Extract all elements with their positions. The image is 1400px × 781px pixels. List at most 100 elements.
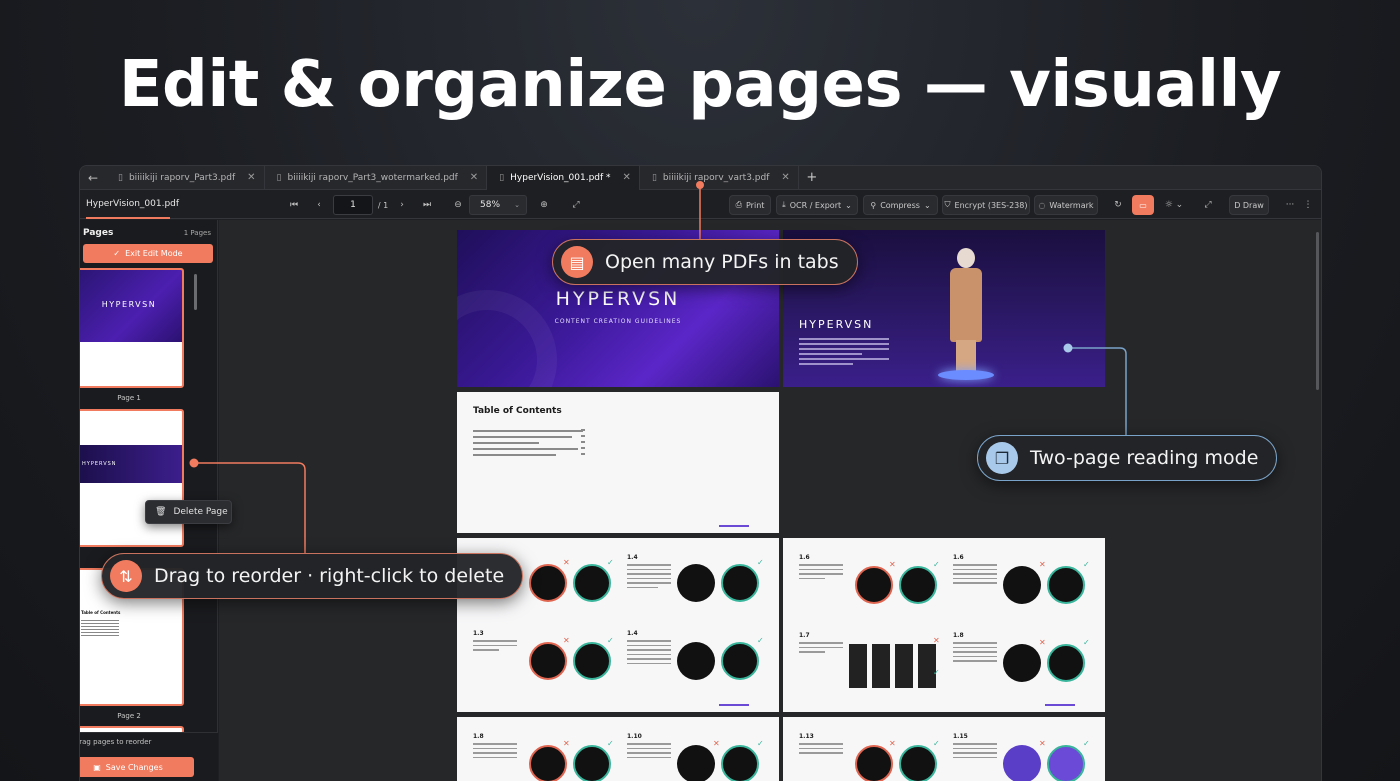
thumb-brand: HYPERVSN [82, 461, 117, 467]
watermark-button[interactable]: ◌ Watermark [1034, 195, 1098, 215]
fit-page-button[interactable]: ⤢ [566, 195, 586, 215]
page-thumbnail-1[interactable]: HYPERVSN [80, 268, 184, 388]
callout-tabs: ▤ Open many PDFs in tabs [552, 239, 858, 285]
zoom-in-icon: ⊕ [540, 200, 548, 210]
tab-3[interactable]: ▯ HyperVision_001.pdf * ✕ [487, 166, 640, 190]
chevron-down-icon: ⌄ [923, 200, 931, 210]
toolbar: HyperVision_001.pdf ⏮ ‹ 1 / 1 › ⏭ ⊖ 58% … [80, 191, 1321, 219]
first-page-button[interactable]: ⏮ [284, 195, 304, 215]
compress-button[interactable]: ⚲ Compress ⌄ [863, 195, 938, 215]
last-page-button[interactable]: ⏭ [417, 195, 437, 215]
callout-tabs-label: Open many PDFs in tabs [605, 251, 839, 273]
tab-label: biiiikiji raporv_Part3.pdf [128, 172, 236, 183]
section-number: 1.13 [799, 733, 814, 740]
section-number: 1.8 [953, 632, 964, 639]
section-number: 1.3 [473, 630, 484, 637]
page-count: 1 Pages [183, 229, 211, 237]
check-icon: ✓ [113, 249, 121, 258]
section-number: 1.6 [799, 554, 810, 561]
tab-label: biiiikiji raporv_vart3.pdf [662, 172, 770, 183]
callout-reorder-label: Drag to reorder · right-click to delete [154, 565, 505, 587]
exit-edit-mode-button[interactable]: ✓ Exit Edit Mode [83, 244, 213, 263]
fullscreen-button[interactable]: ⤢ [1198, 195, 1218, 215]
close-icon[interactable]: ✕ [781, 172, 789, 183]
document-icon: ▤ [561, 246, 593, 278]
next-page-button[interactable]: › [392, 195, 412, 215]
file-icon: ▯ [276, 172, 282, 183]
page-total: / 1 [377, 200, 389, 210]
ocr-export-button[interactable]: ⤓ OCR / Export ⌄ [776, 195, 858, 215]
chevron-down-icon: ⌄ [514, 201, 520, 209]
tab-1[interactable]: ▯ biiiikiji raporv_Part3.pdf ✕ [106, 166, 265, 190]
file-icon: ▯ [118, 172, 123, 183]
ocr-export-label: OCR / Export [789, 200, 842, 210]
pdf-page-toc: Table of Contents [457, 392, 779, 533]
document-canvas[interactable]: HYPERVSN CONTENT CREATION GUIDELINES HYP… [219, 220, 1321, 781]
brightness-button[interactable]: ☼ ⌄ [1160, 195, 1188, 215]
print-button[interactable]: ⎙ Print [729, 195, 771, 215]
tab-label: HyperVision_001.pdf * [510, 172, 611, 183]
file-icon: ▯ [499, 172, 505, 183]
zoom-out-button[interactable]: ⊖ [448, 195, 468, 215]
thumb-toc-title: Table of Contents [81, 610, 121, 615]
save-changes-button[interactable]: ▣ Save Changes [80, 757, 194, 777]
drag-hint: ✎ Drag pages to reorder [80, 738, 151, 746]
close-icon[interactable]: ✕ [247, 172, 255, 183]
prev-page-button[interactable]: ‹ [309, 195, 329, 215]
context-menu: 🗑 Delete Page [145, 500, 232, 524]
compress-icon: ⚲ [870, 200, 877, 210]
encrypt-label: Encrypt (3ES-238) [954, 200, 1028, 210]
tab-4[interactable]: ▯ biiiikiji raporv_vart3.pdf ✕ [640, 166, 799, 190]
zoom-select[interactable]: 58% ⌄ [469, 195, 527, 215]
page-footer [1045, 704, 1075, 706]
icon-grid [849, 644, 939, 688]
section-number: 1.15 [953, 733, 968, 740]
watermark-icon: ◌ [1038, 200, 1046, 210]
canvas-scrollbar[interactable] [1316, 232, 1319, 390]
overflow-button[interactable]: ⋮ [1298, 195, 1318, 215]
overflow-icon: ⋮ [1303, 200, 1313, 210]
headline: Edit & organize pages — visually [118, 48, 1282, 122]
new-tab-button[interactable]: + [799, 170, 825, 185]
expand-icon: ⤢ [1204, 200, 1212, 210]
pdf-page-guidelines-3: 1.8 ✕ ✓ 1.10 ✕ ✓ [457, 717, 779, 781]
chevron-right-icon: › [400, 200, 404, 210]
zoom-out-icon: ⊖ [454, 200, 462, 210]
page-thumbnail-2[interactable]: HYPERVSN [80, 409, 184, 547]
chevron-left-icon: ‹ [317, 200, 321, 210]
arrow-left-icon: ← [87, 170, 99, 185]
page-number-input[interactable]: 1 [333, 195, 373, 215]
plus-icon: + [806, 170, 818, 185]
zoom-in-button[interactable]: ⊕ [534, 195, 554, 215]
thumb-brand: HYPERVSN [101, 300, 157, 310]
printer-icon: ⎙ [735, 200, 742, 209]
zoom-value: 58% [480, 200, 501, 210]
pdf-page-guidelines-2: 1.6 ✕ ✓ 1.6 ✕ ✓ 1.7 ✕ ✓ 1.8 ✕ ✓ [783, 538, 1105, 712]
book-icon: ❐ [986, 442, 1018, 474]
expand-icon: ⤢ [572, 200, 580, 210]
tab-bar: ← ▯ biiiikiji raporv_Part3.pdf ✕ ▯ biiii… [80, 166, 1321, 190]
encrypt-button[interactable]: ⛉ Encrypt (3ES-238) [942, 195, 1030, 215]
print-label: Print [746, 200, 765, 210]
compress-label: Compress [880, 200, 920, 210]
two-page-icon: ▭ [1139, 200, 1147, 210]
section-number: 1.10 [627, 733, 642, 740]
sidebar-scrollbar[interactable] [194, 274, 197, 310]
tab-2[interactable]: ▯ biiiikiji raporv_Part3_wotermarked.pdf… [265, 166, 488, 190]
thumb-cover: HYPERVSN [80, 445, 182, 483]
thumb-toc-lines [81, 620, 119, 638]
back-button[interactable]: ← [80, 166, 106, 190]
close-icon[interactable]: ✕ [623, 172, 631, 183]
draw-button[interactable]: D Draw [1229, 195, 1269, 215]
section-number: 1.8 [473, 733, 484, 740]
rotate-button[interactable]: ↻ [1108, 195, 1128, 215]
two-page-view-button[interactable]: ▭ [1132, 195, 1154, 215]
save-changes-label: Save Changes [105, 762, 163, 772]
section-number: 1.4 [627, 554, 638, 561]
delete-page-menu-item[interactable]: Delete Page [173, 507, 227, 517]
shield-icon: ⛉ [944, 200, 951, 209]
first-page-icon: ⏮ [289, 200, 299, 210]
close-icon[interactable]: ✕ [470, 172, 478, 183]
more-button[interactable]: ··· [1280, 195, 1300, 215]
swap-icon: ⇅ [110, 560, 142, 592]
